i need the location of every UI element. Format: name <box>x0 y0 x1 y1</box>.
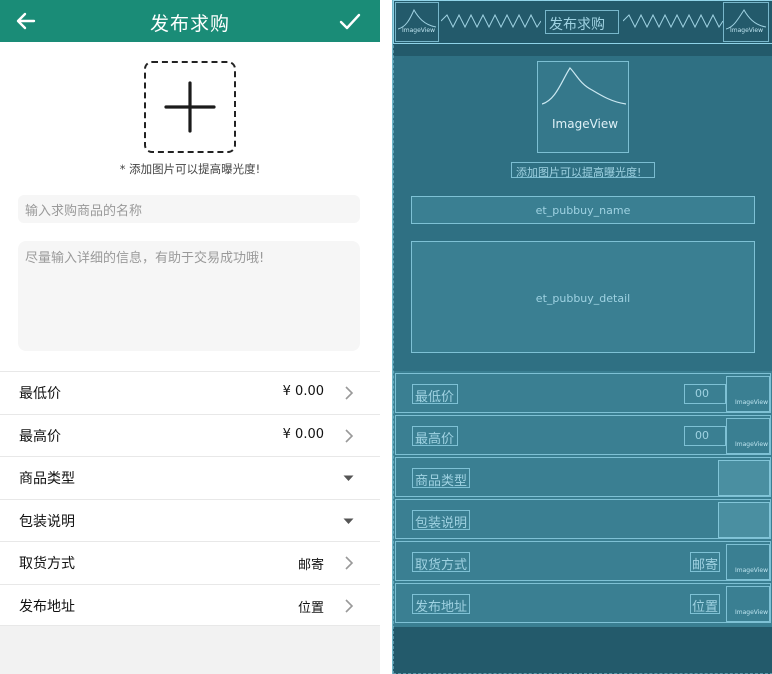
row-value: 位置 <box>297 600 324 616</box>
add-photo-button[interactable] <box>144 61 236 153</box>
app-bar: 发布求购 <box>0 0 380 42</box>
layout-blueprint: ImageView 发布求购 ImageView ImageView 添加图片可… <box>392 0 772 674</box>
chevron-right-icon <box>345 428 354 443</box>
photo-tip: * 添加图片可以提高曝光度! <box>119 162 261 176</box>
row-max-price[interactable]: 最高价 ¥ 0.00 <box>0 413 380 457</box>
item-name-input[interactable]: 输入求购商品的名称 <box>18 195 360 223</box>
row-publish-address[interactable]: 发布地址 位置 <box>0 583 380 626</box>
bp-root-frame <box>393 0 772 674</box>
plus-icon <box>164 81 216 133</box>
device-preview: 发布求购 * 添加图片可以提高曝光度! 输入求购商品的名称 尽量输入详细的信息，… <box>0 0 380 674</box>
item-detail-input[interactable]: 尽量输入详细的信息，有助于交易成功哦! <box>18 241 360 351</box>
row-label: 最高价 <box>19 428 61 445</box>
row-label: 取货方式 <box>19 556 75 572</box>
row-value: ¥ 0.00 <box>282 426 324 442</box>
page-title: 发布求购 <box>149 13 230 35</box>
row-label: 商品类型 <box>19 471 75 487</box>
photo-section: * 添加图片可以提高曝光度! <box>0 42 380 192</box>
chevron-right-icon <box>345 556 354 570</box>
input-section: 输入求购商品的名称 尽量输入详细的信息，有助于交易成功哦! <box>0 192 380 372</box>
check-icon[interactable] <box>338 9 362 33</box>
dropdown-triangle-icon <box>343 475 354 481</box>
chevron-right-icon <box>345 386 354 400</box>
row-item-type[interactable]: 商品类型 <box>0 456 380 499</box>
row-label: 最低价 <box>19 386 61 402</box>
row-label: 发布地址 <box>19 598 75 615</box>
row-value: ¥ 0.00 <box>282 384 324 399</box>
row-label: 包装说明 <box>19 513 75 530</box>
row-packaging[interactable]: 包装说明 <box>0 498 380 542</box>
row-pickup-method[interactable]: 取货方式 邮寄 <box>0 541 380 584</box>
row-min-price[interactable]: 最低价 ¥ 0.00 <box>0 371 380 414</box>
dropdown-triangle-icon <box>343 518 354 524</box>
option-list: 最低价 ¥ 0.00 最高价 ¥ 0.00 商品类型 包装说明 取货方式 邮寄 … <box>0 371 380 626</box>
chevron-right-icon <box>345 598 354 613</box>
row-value: 邮寄 <box>297 558 324 573</box>
